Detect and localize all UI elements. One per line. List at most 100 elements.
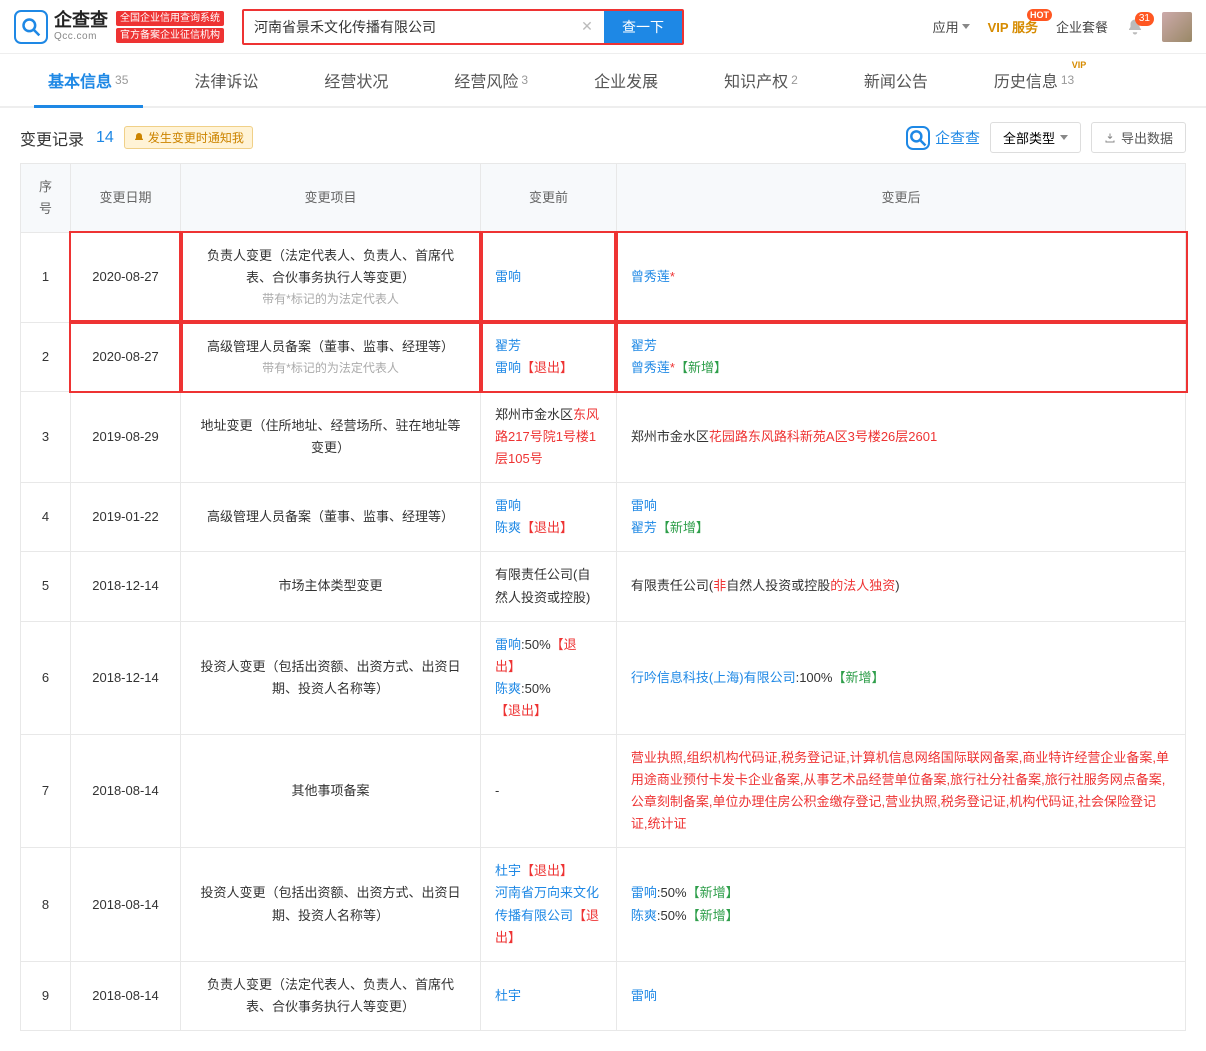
header-tags: 全国企业信用查询系统 官方备案企业征信机构 [116, 11, 224, 43]
header: 企查查 Qcc.com 全国企业信用查询系统 官方备案企业征信机构 ✕ 查一下 … [0, 0, 1206, 54]
text-segment[interactable]: 陈爽 [631, 908, 657, 923]
change-item: 投资人变更（包括出资额、出资方式、出资日期、投资人名称等） [195, 656, 466, 700]
type-filter[interactable]: 全部类型 [990, 122, 1081, 153]
cell-item: 投资人变更（包括出资额、出资方式、出资日期、投资人名称等） [181, 621, 481, 734]
tab-基本信息[interactable]: 基本信息35 [20, 54, 156, 106]
tab-新闻公告[interactable]: 新闻公告 [836, 54, 956, 106]
text-segment[interactable]: 陈爽 [495, 681, 521, 696]
clear-icon[interactable]: ✕ [574, 18, 600, 35]
section-title: 变更记录 [20, 126, 84, 150]
tab-知识产权[interactable]: 知识产权2 [696, 54, 826, 106]
text-segment: 自然人投资或控股 [726, 578, 830, 593]
cell-date: 2020-08-27 [71, 322, 181, 391]
text-segment: 【新增】 [687, 885, 739, 900]
logo-icon [14, 10, 48, 44]
text-segment: 花园路东风路科新苑A区3号楼26层2601 [709, 429, 937, 444]
tab-企业发展[interactable]: 企业发展 [566, 54, 686, 106]
cell-before: 有限责任公司(自然人投资或控股) [481, 552, 617, 621]
qcc-label: 企查查 [935, 127, 980, 148]
notification-count: 31 [1135, 12, 1154, 26]
text-segment: :100% [796, 670, 833, 685]
cell-index: 9 [21, 961, 71, 1030]
avatar[interactable] [1162, 12, 1192, 42]
text-segment[interactable]: 翟芳 [495, 338, 521, 353]
table-row: 42019-01-22高级管理人员备案（董事、监事、经理等）雷响陈爽【退出】雷响… [21, 483, 1186, 552]
th-item: 变更项目 [181, 164, 481, 233]
text-segment[interactable]: 雷响 [495, 269, 521, 284]
change-item: 市场主体类型变更 [195, 575, 466, 597]
text-segment[interactable]: 陈爽 [495, 520, 521, 535]
nav-suite[interactable]: 企业套餐 [1056, 17, 1108, 36]
text-segment[interactable]: 翟芳 [631, 520, 657, 535]
type-filter-label: 全部类型 [1003, 128, 1055, 147]
text-segment[interactable]: 雷响 [631, 988, 657, 1003]
nav-app-label: 应用 [933, 17, 959, 36]
text-segment[interactable]: 曾秀莲 [631, 360, 670, 375]
tab-label: 基本信息 [48, 68, 112, 92]
tab-label: 经营状况 [324, 68, 388, 92]
text-segment[interactable]: 雷响 [495, 637, 521, 652]
tab-历史信息[interactable]: 历史信息13VIP [966, 54, 1102, 106]
text-segment: * [670, 269, 675, 284]
cell-after: 营业执照,组织机构代码证,税务登记证,计算机信息网络国际联网备案,商业特许经营企… [616, 734, 1185, 847]
text-segment: :50% [521, 637, 551, 652]
text-segment[interactable]: 曾秀莲 [631, 269, 670, 284]
cell-after: 有限责任公司(非自然人投资或控股的法人独资) [616, 552, 1185, 621]
notify-label: 发生变更时通知我 [148, 129, 244, 146]
cell-item: 投资人变更（包括出资额、出资方式、出资日期、投资人名称等） [181, 848, 481, 961]
table-row: 32019-08-29地址变更（住所地址、经营场所、驻在地址等变更）郑州市金水区… [21, 391, 1186, 482]
text-segment[interactable]: 行吟信息科技(上海)有限公司 [631, 670, 796, 685]
cell-index: 6 [21, 621, 71, 734]
search-button[interactable]: 查一下 [604, 11, 682, 43]
text-segment[interactable]: 雷响 [631, 498, 657, 513]
cell-date: 2020-08-27 [71, 233, 181, 323]
notify-button[interactable]: 发生变更时通知我 [124, 126, 253, 149]
logo[interactable]: 企查查 Qcc.com [14, 10, 108, 44]
tab-count: 3 [521, 73, 528, 87]
text-segment: 有限责任公司( [631, 578, 713, 593]
text-segment[interactable]: 雷响 [495, 498, 521, 513]
notification-icon[interactable]: 31 [1126, 18, 1144, 36]
tab-label: 知识产权 [724, 68, 788, 92]
text-segment: 【新增】 [675, 360, 727, 375]
tab-经营风险[interactable]: 经营风险3 [426, 54, 556, 106]
table-row: 92018-08-14负责人变更（法定代表人、负责人、首席代表、合伙事务执行人等… [21, 961, 1186, 1030]
bell-icon [133, 132, 145, 144]
tab-经营状况[interactable]: 经营状况 [296, 54, 416, 106]
text-segment[interactable]: 雷响 [495, 360, 521, 375]
chevron-down-icon [962, 24, 970, 29]
cell-date: 2018-08-14 [71, 848, 181, 961]
cell-index: 4 [21, 483, 71, 552]
cell-date: 2019-08-29 [71, 391, 181, 482]
text-segment[interactable]: 杜宇 [495, 863, 521, 878]
header-tag-2: 官方备案企业征信机构 [116, 28, 224, 43]
table-row: 12020-08-27负责人变更（法定代表人、负责人、首席代表、合伙事务执行人等… [21, 233, 1186, 323]
text-segment: 非 [713, 578, 726, 593]
cell-after: 雷响:50%【新增】陈爽:50%【新增】 [616, 848, 1185, 961]
cell-index: 5 [21, 552, 71, 621]
text-segment[interactable]: 雷响 [631, 885, 657, 900]
cell-date: 2019-01-22 [71, 483, 181, 552]
cell-before: 翟芳雷响【退出】 [481, 322, 617, 391]
section-count: 14 [96, 129, 114, 147]
table-row: 22020-08-27高级管理人员备案（董事、监事、经理等）带有*标记的为法定代… [21, 322, 1186, 391]
download-icon [1104, 132, 1116, 144]
tab-count: 2 [791, 73, 798, 87]
tab-label: 经营风险 [454, 68, 518, 92]
cell-before: 雷响 [481, 233, 617, 323]
nav-vip[interactable]: VIP 服务HOT [988, 17, 1038, 36]
export-button[interactable]: 导出数据 [1091, 122, 1186, 153]
text-segment: 郑州市金水区 [631, 429, 709, 444]
text-segment[interactable]: 翟芳 [631, 338, 657, 353]
text-segment: :50% [521, 681, 551, 696]
search-box: ✕ 查一下 [242, 9, 684, 45]
search-input[interactable] [244, 11, 574, 43]
cell-item: 地址变更（住所地址、经营场所、驻在地址等变更） [181, 391, 481, 482]
nav-app[interactable]: 应用 [933, 17, 970, 36]
cell-before: 雷响:50%【退出】陈爽:50%【退出】 [481, 621, 617, 734]
tab-label: 企业发展 [594, 68, 658, 92]
tab-法律诉讼[interactable]: 法律诉讼 [166, 54, 286, 106]
cell-before: 雷响陈爽【退出】 [481, 483, 617, 552]
text-segment: 【新增】 [687, 908, 739, 923]
text-segment[interactable]: 杜宇 [495, 988, 521, 1003]
